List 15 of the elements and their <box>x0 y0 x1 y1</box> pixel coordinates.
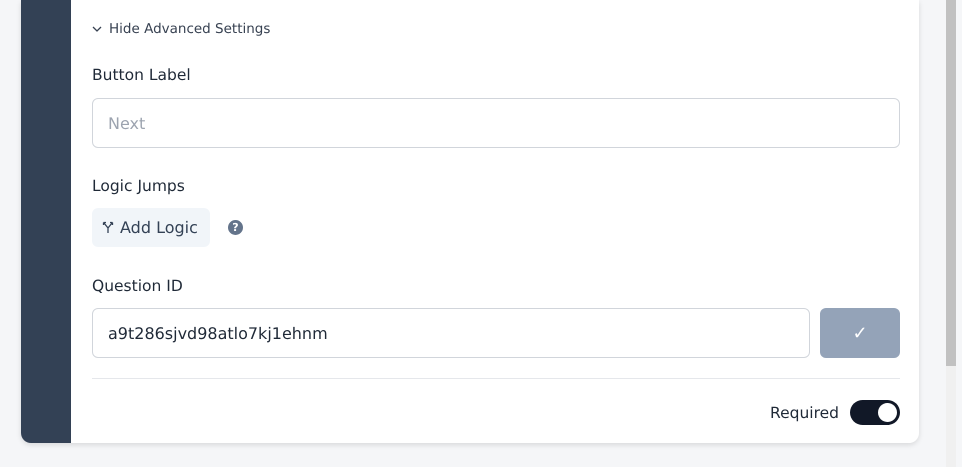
add-logic-button[interactable]: Add Logic <box>92 208 210 247</box>
field-label: Logic Jumps <box>92 176 186 196</box>
advanced-settings-toggle[interactable]: Hide Advanced Settings <box>92 19 270 38</box>
input-field[interactable]: a9t286sjvd98atlo7kj1ehnm <box>92 308 810 358</box>
required-toggle[interactable] <box>850 400 900 425</box>
branch-icon <box>102 221 114 234</box>
help-icon[interactable]: ? <box>228 220 243 235</box>
confirm-button: ✓ <box>820 308 900 358</box>
scrollbar-thumb[interactable] <box>946 0 956 366</box>
chevron-icon <box>92 26 102 32</box>
input-field[interactable]: Next <box>92 98 900 148</box>
field-label: Question ID <box>92 276 184 296</box>
required-label: Required <box>770 404 839 422</box>
field-label: Button Label <box>92 65 192 85</box>
scrollbar[interactable] <box>946 0 956 467</box>
